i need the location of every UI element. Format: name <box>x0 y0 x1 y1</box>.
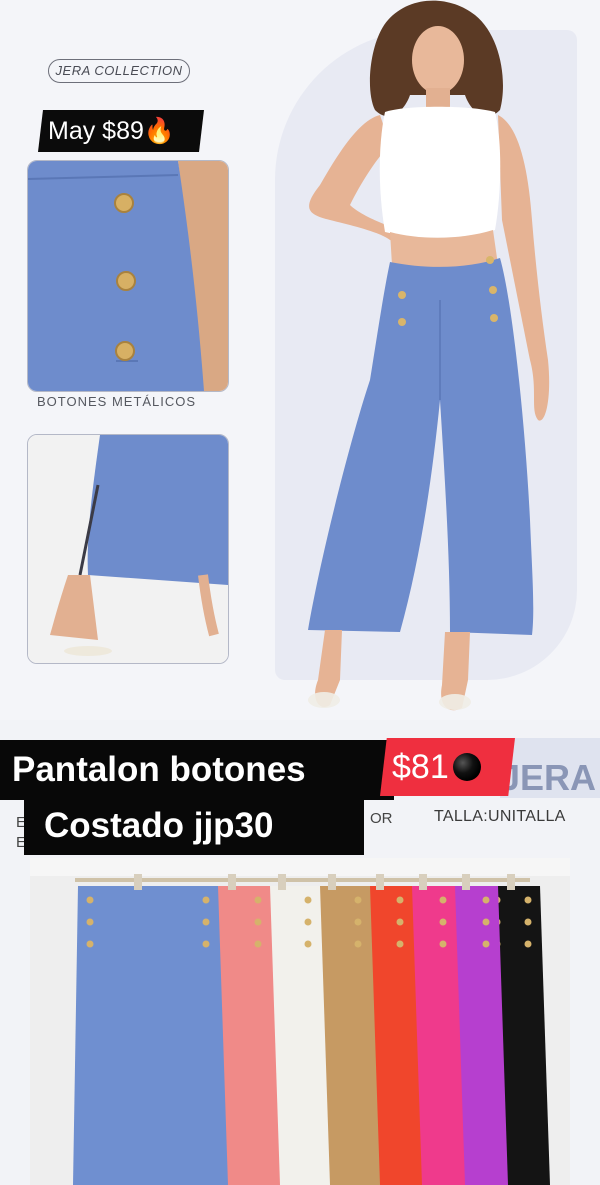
waist-buttons-detail-image <box>27 160 229 392</box>
metal-button <box>482 918 490 926</box>
hanger-clip <box>462 874 470 890</box>
metal-button <box>86 918 94 926</box>
metal-button <box>86 940 94 948</box>
size-label: TALLA:UNITALLA <box>434 808 566 825</box>
hanger-clip <box>228 874 236 890</box>
fire-emoji-icon: 🔥 <box>143 117 176 145</box>
metal-button <box>439 896 447 904</box>
metal-button <box>354 918 362 926</box>
metal-button <box>254 940 262 948</box>
hanger-clip <box>328 874 336 890</box>
metal-button <box>304 918 312 926</box>
metal-button <box>482 896 490 904</box>
hanger-clip <box>419 874 427 890</box>
metal-button <box>396 896 404 904</box>
metal-button <box>524 940 532 948</box>
retail-price: $81 <box>392 748 449 786</box>
hanger-clip <box>376 874 384 890</box>
hanger-clip <box>278 874 286 890</box>
metal-button <box>304 940 312 948</box>
jera-logo: JERA <box>500 738 600 798</box>
partial-text-or: OR <box>370 810 393 827</box>
metal-button <box>439 918 447 926</box>
metal-button <box>354 896 362 904</box>
metal-buttons-caption: BOTONES METÁLICOS <box>37 394 197 409</box>
pants-swatch <box>73 886 228 1185</box>
metal-button <box>202 918 210 926</box>
collection-label: JERA COLLECTION <box>48 59 190 83</box>
metal-button <box>86 896 94 904</box>
side-slit-detail-image <box>27 434 229 664</box>
metal-button <box>396 918 404 926</box>
metal-button <box>202 940 210 948</box>
product-hero: JERA COLLECTION May $89🔥 BOTONES METÁLIC… <box>0 0 600 720</box>
product-title-line2: Costado jjp30 <box>24 797 364 855</box>
pants-rack-svg <box>30 858 570 1185</box>
metal-button <box>304 896 312 904</box>
wholesale-price-badge: May $89🔥 <box>38 110 204 152</box>
metal-button <box>524 918 532 926</box>
metal-button <box>254 896 262 904</box>
metal-button <box>396 940 404 948</box>
metal-button <box>354 940 362 948</box>
wholesale-price: May $89 <box>48 117 144 145</box>
retail-price-badge: $81 <box>380 738 515 796</box>
color-variants-photo <box>30 858 570 1185</box>
metal-button <box>524 896 532 904</box>
product-title-line1: Pantalon botones <box>0 740 394 800</box>
black-circle-icon <box>452 753 481 781</box>
metal-button <box>439 940 447 948</box>
metal-button <box>202 896 210 904</box>
hanger-clip <box>507 874 515 890</box>
metal-button <box>254 918 262 926</box>
metal-button <box>482 940 490 948</box>
model-image <box>308 0 550 711</box>
hanger-clip <box>134 874 142 890</box>
